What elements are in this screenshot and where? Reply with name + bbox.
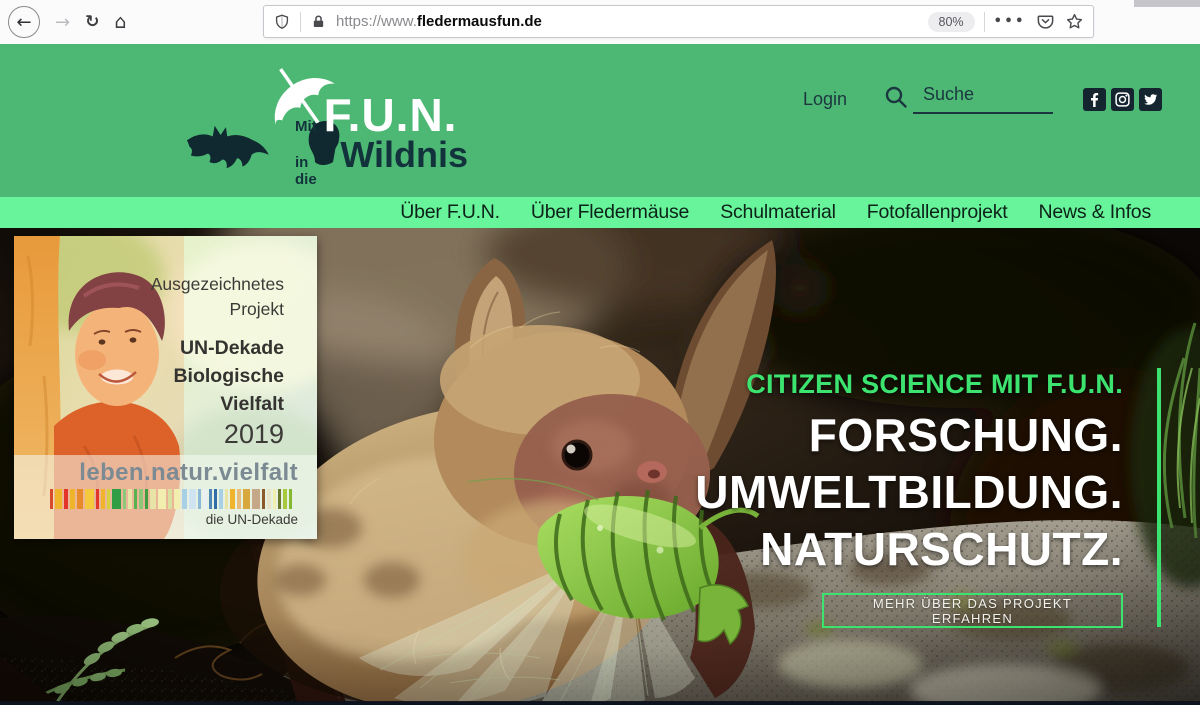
un-barcode	[50, 489, 298, 509]
hero-title: FORSCHUNG. UMWELTBILDUNG. NATURSCHUTZ.	[695, 407, 1123, 578]
award-org: UN-Dekade Biologische Vielfalt	[14, 334, 284, 418]
divider	[300, 12, 301, 32]
nav-item-fotofallenprojekt[interactable]: Fotofallenprojekt	[867, 201, 1008, 224]
tracking-shield-icon[interactable]	[273, 13, 291, 31]
hero-title-line: UMWELTBILDUNG.	[695, 464, 1123, 521]
logo-word-wildnis: Wildnis	[340, 137, 468, 173]
nav-item-ueber-fledermaeuse[interactable]: Über Fledermäuse	[531, 201, 689, 224]
login-link[interactable]: Login	[803, 89, 847, 110]
hero-title-line: FORSCHUNG.	[695, 407, 1123, 464]
logo-word-fun: F.U.N.	[324, 92, 458, 139]
logo-word-indie: in die	[295, 154, 333, 188]
address-bar[interactable]: https://www.fledermausfun.de 80% •••	[263, 5, 1094, 38]
divider	[984, 12, 985, 32]
nav-item-schulmaterial[interactable]: Schulmaterial	[720, 201, 836, 224]
main-navigation: Über F.U.N. Über Fledermäuse Schulmateri…	[0, 197, 1200, 228]
back-button[interactable]: ←	[8, 6, 40, 38]
un-dekade-award-badge: Ausgezeichnetes Projekt UN-Dekade Biolog…	[14, 236, 317, 539]
hero-title-line: NATURSCHUTZ.	[695, 521, 1123, 578]
award-caption: die UN-Dekade	[206, 512, 298, 527]
url-domain: fledermausfun.de	[417, 13, 542, 30]
url-scheme: https://www.	[336, 13, 417, 30]
lock-icon[interactable]	[310, 13, 327, 30]
browser-nav-buttons: ← → ↻ ⌂	[8, 0, 126, 44]
award-title: Ausgezeichnetes Projekt	[14, 272, 284, 322]
window-edge-fragment	[1134, 0, 1200, 7]
home-button[interactable]: ⌂	[114, 11, 126, 33]
page-actions-icon[interactable]: •••	[994, 14, 1026, 29]
nav-item-ueber-fun[interactable]: Über F.U.N.	[400, 201, 500, 224]
facebook-icon[interactable]	[1083, 88, 1106, 111]
bookmark-star-icon[interactable]	[1065, 12, 1084, 31]
logo-word-mit: Mit	[295, 118, 317, 135]
site-logo[interactable]: Mit F.U.N. in die Wildnis	[183, 56, 468, 188]
site-header: Mit F.U.N. in die Wildnis Login	[0, 44, 1200, 197]
social-links	[1083, 88, 1162, 111]
zoom-level-badge[interactable]: 80%	[928, 12, 975, 32]
pocket-icon[interactable]	[1036, 12, 1055, 31]
hero-cta-button[interactable]: MEHR ÜBER DAS PROJEKT ERFAHREN	[822, 593, 1123, 628]
award-year: 2019	[224, 419, 284, 450]
forward-button[interactable]: →	[55, 12, 70, 33]
browser-toolbar: ← → ↻ ⌂ https://www.fledermausfun.de 80%…	[0, 0, 1200, 45]
instagram-icon[interactable]	[1111, 88, 1134, 111]
reload-button[interactable]: ↻	[85, 12, 99, 32]
nav-item-news-infos[interactable]: News & Infos	[1039, 201, 1151, 224]
hero-kicker: CITIZEN SCIENCE MIT F.U.N.	[746, 369, 1123, 400]
search-input[interactable]	[913, 84, 1053, 114]
header-utility-area: Login	[803, 44, 1162, 154]
search-icon[interactable]	[883, 84, 909, 110]
twitter-icon[interactable]	[1139, 88, 1162, 111]
accent-vertical-line	[1157, 368, 1161, 627]
search-box	[883, 84, 1053, 114]
url-text[interactable]: https://www.fledermausfun.de	[336, 13, 928, 30]
award-brand-wordmark: leben.natur.vielfalt	[14, 459, 298, 487]
hero-section: Ausgezeichnetes Projekt UN-Dekade Biolog…	[0, 228, 1200, 705]
